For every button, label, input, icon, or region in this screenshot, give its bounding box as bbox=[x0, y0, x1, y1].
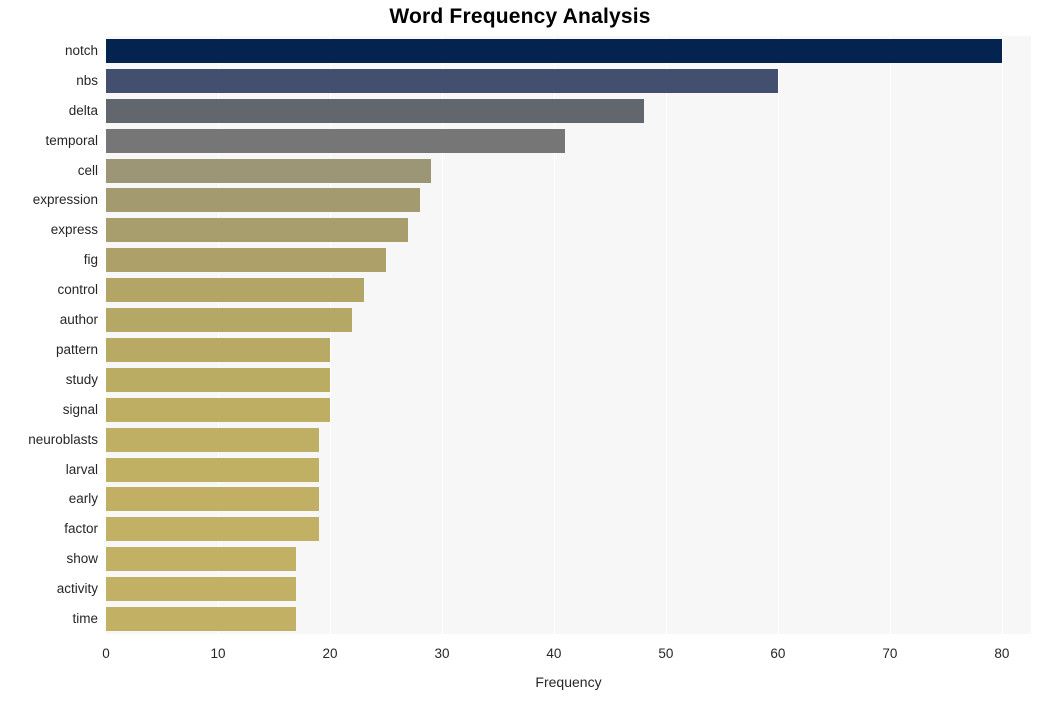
bar-expression bbox=[106, 188, 420, 213]
bar-pattern bbox=[106, 337, 330, 362]
x-tick-label-50: 50 bbox=[658, 646, 674, 661]
x-axis-ticks: 0 10 20 30 40 50 60 70 80 bbox=[102, 634, 1031, 664]
y-tick-label-temporal: temporal bbox=[45, 132, 98, 148]
x-tick-label-80: 80 bbox=[994, 646, 1010, 661]
y-tick-label-signal: signal bbox=[62, 401, 98, 417]
bar-neuroblasts bbox=[106, 427, 319, 452]
y-tick-label-neuroblasts: neuroblasts bbox=[28, 431, 98, 447]
bar-early bbox=[106, 487, 319, 512]
x-tick-label-0: 0 bbox=[102, 646, 110, 661]
y-tick-label-show: show bbox=[66, 551, 98, 567]
y-tick-label-factor: factor bbox=[64, 521, 98, 537]
y-axis-labels: notch nbs delta temporal cell expression expre… bbox=[0, 36, 98, 634]
y-tick-label-fig: fig bbox=[83, 252, 98, 268]
x-tick-label-20: 20 bbox=[322, 646, 338, 661]
bar-signal bbox=[106, 397, 330, 422]
y-tick-label-notch: notch bbox=[64, 42, 98, 58]
y-tick-label-early: early bbox=[68, 491, 98, 507]
bar-author bbox=[106, 308, 353, 333]
bar-show bbox=[106, 547, 297, 572]
bar-fig bbox=[106, 248, 386, 273]
x-axis-title: Frequency bbox=[535, 674, 602, 690]
bar-temporal bbox=[106, 128, 566, 153]
y-tick-label-cell: cell bbox=[77, 162, 98, 178]
bar-factor bbox=[106, 517, 319, 542]
plot-area bbox=[106, 36, 1031, 634]
x-tick-label-40: 40 bbox=[546, 646, 562, 661]
bar-notch bbox=[106, 38, 1002, 63]
y-tick-label-pattern: pattern bbox=[55, 341, 98, 357]
bar-time bbox=[106, 607, 297, 632]
x-tick-label-10: 10 bbox=[210, 646, 226, 661]
bar-express bbox=[106, 218, 409, 243]
x-tick-label-30: 30 bbox=[434, 646, 450, 661]
bar-delta bbox=[106, 98, 644, 123]
y-tick-label-expression: expression bbox=[32, 192, 98, 208]
bar-series bbox=[106, 36, 1031, 634]
y-tick-label-control: control bbox=[57, 282, 98, 298]
y-tick-label-delta: delta bbox=[68, 102, 98, 118]
y-tick-label-time: time bbox=[72, 611, 98, 627]
chart-figure: Word Frequency Analysis notch nbs delta tem… bbox=[0, 0, 1040, 701]
bar-activity bbox=[106, 577, 297, 602]
x-tick-label-60: 60 bbox=[770, 646, 786, 661]
chart-title: Word Frequency Analysis bbox=[389, 5, 651, 28]
bar-control bbox=[106, 278, 364, 303]
bar-larval bbox=[106, 457, 319, 482]
y-tick-label-larval: larval bbox=[65, 461, 98, 477]
y-tick-label-activity: activity bbox=[56, 581, 98, 597]
y-tick-label-express: express bbox=[50, 222, 98, 238]
y-tick-label-nbs: nbs bbox=[76, 72, 98, 88]
y-tick-label-author: author bbox=[59, 312, 98, 328]
x-tick-label-70: 70 bbox=[882, 646, 898, 661]
bar-study bbox=[106, 367, 330, 392]
bar-nbs bbox=[106, 68, 778, 93]
bar-cell bbox=[106, 158, 431, 183]
y-tick-label-study: study bbox=[65, 371, 98, 387]
